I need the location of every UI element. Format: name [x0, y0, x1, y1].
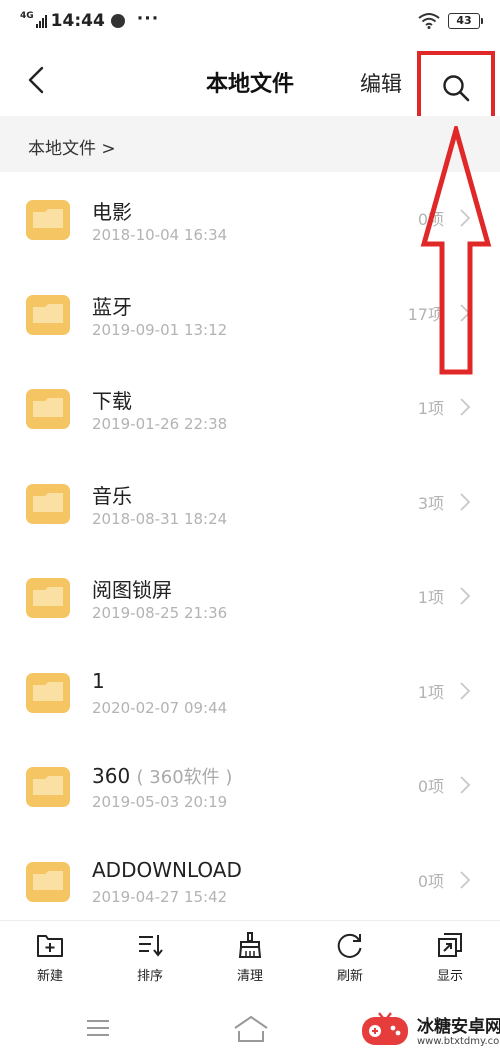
- chevron-right-icon: [460, 870, 471, 889]
- search-icon: [443, 75, 470, 102]
- folder-icon: [26, 200, 70, 240]
- list-item[interactable]: 1 2020-02-07 09:44 1项: [0, 645, 500, 740]
- menu-icon[interactable]: [86, 1018, 110, 1038]
- wifi-icon: [418, 13, 440, 29]
- clean-button[interactable]: 清理: [220, 931, 280, 984]
- item-date: 2020-02-07 09:44: [92, 698, 228, 717]
- item-date: 2019-05-03 20:19: [92, 793, 228, 811]
- item-date: 2018-10-04 16:34: [92, 226, 228, 244]
- broom-icon: [238, 932, 262, 958]
- clock: 14:44: [50, 11, 105, 31]
- annotation-arrow-icon: [420, 126, 492, 375]
- chevron-right-icon: [460, 776, 471, 794]
- sort-label: 排序: [136, 969, 163, 984]
- item-count: 1项: [417, 588, 444, 607]
- new-label: 新建: [36, 969, 63, 984]
- watermark: 冰糖安卓网 www.btxtdmy.com: [357, 1008, 500, 1052]
- more-status-icon: ···: [136, 9, 160, 29]
- item-name: ADDOWNLOAD: [92, 857, 242, 882]
- item-name: 电影: [92, 200, 132, 224]
- chevron-right-icon: [460, 398, 471, 416]
- edit-button[interactable]: 编辑: [360, 68, 402, 98]
- display-label: 显示: [436, 969, 463, 984]
- item-name: 360 ( 360软件 ): [92, 764, 233, 788]
- item-count: 0项: [417, 871, 444, 891]
- watermark-logo-icon: [362, 1012, 408, 1045]
- item-date: 2019-04-27 15:42: [92, 887, 228, 906]
- item-date: 2019-01-26 22:38: [92, 415, 228, 433]
- watermark-text: 冰糖安卓网: [417, 1017, 500, 1037]
- item-count: 3项: [417, 493, 444, 513]
- new-folder-icon: [37, 935, 63, 957]
- folder-icon: [26, 294, 70, 335]
- display-icon: [438, 933, 462, 957]
- display-button[interactable]: 显示: [420, 931, 480, 984]
- folder-icon: [26, 389, 70, 429]
- folder-icon: [26, 483, 70, 524]
- folder-icon: [26, 578, 70, 618]
- chevron-right-icon: [460, 587, 471, 605]
- signal-icon: [35, 14, 48, 28]
- item-name: 蓝牙: [92, 294, 132, 319]
- list-item[interactable]: 音乐 2018-08-31 18:24 3项: [0, 456, 500, 551]
- network-type: 4G: [20, 10, 34, 21]
- watermark-url: www.btxtdmy.com: [417, 1036, 500, 1047]
- refresh-label: 刷新: [336, 969, 363, 984]
- item-count: 1项: [417, 399, 444, 418]
- search-button[interactable]: [417, 51, 495, 125]
- refresh-icon: [337, 933, 362, 958]
- sort-icon: [139, 935, 163, 957]
- bottom-toolbar: 新建 排序 清理 刷新 显示: [0, 920, 500, 1002]
- home-icon[interactable]: [232, 1014, 270, 1044]
- folder-icon: [26, 767, 70, 807]
- dnd-icon: [110, 14, 125, 28]
- app-header: 本地文件 编辑: [0, 46, 500, 125]
- item-count: 0项: [417, 777, 444, 796]
- refresh-button[interactable]: 刷新: [320, 931, 380, 984]
- item-count: 1项: [417, 682, 444, 702]
- chevron-right-icon: [460, 492, 471, 511]
- folder-icon: [26, 672, 70, 713]
- item-name: 阅图锁屏: [92, 578, 172, 602]
- status-bar: 4G 14:44 ··· 43: [0, 0, 500, 46]
- breadcrumb[interactable]: 本地文件 >: [28, 134, 116, 159]
- clean-label: 清理: [236, 969, 263, 984]
- battery-level: 43: [456, 14, 472, 27]
- list-item[interactable]: 阅图锁屏 2019-08-25 21:36 1项: [0, 550, 500, 645]
- battery-icon: 43: [448, 12, 483, 29]
- item-date: 2019-09-01 13:12: [92, 320, 228, 339]
- chevron-right-icon: [460, 681, 471, 700]
- list-item[interactable]: 360 ( 360软件 ) 2019-05-03 20:19 0项: [0, 739, 500, 834]
- item-name: 1: [92, 668, 105, 693]
- list-item[interactable]: ADDOWNLOAD 2019-04-27 15:42 0项: [0, 834, 500, 921]
- item-name: 下载: [92, 389, 132, 413]
- item-date: 2019-08-25 21:36: [92, 604, 228, 622]
- sort-button[interactable]: 排序: [120, 931, 180, 984]
- item-name: 音乐: [92, 483, 132, 508]
- new-folder-button[interactable]: 新建: [20, 931, 80, 984]
- item-date: 2018-08-31 18:24: [92, 509, 228, 528]
- folder-icon: [26, 861, 70, 902]
